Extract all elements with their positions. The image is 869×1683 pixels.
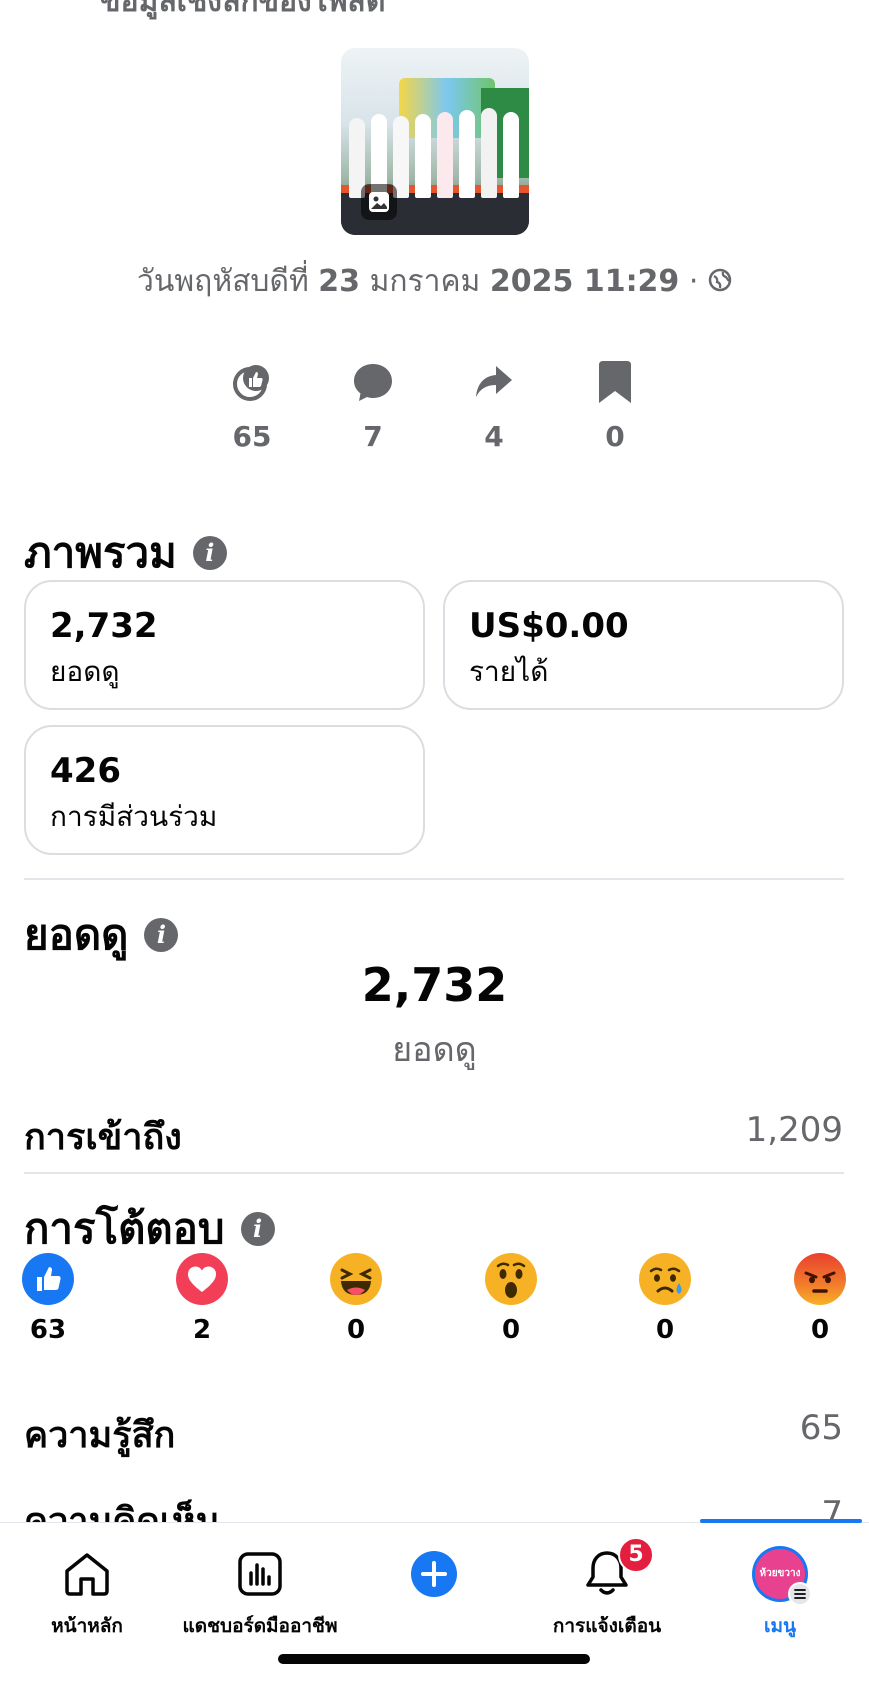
page-title: ข้อมูลเชิงลึกของโพสต์	[100, 0, 386, 19]
wow-reaction-icon	[485, 1253, 537, 1305]
thumbnail-person	[481, 108, 497, 198]
date-separator: ·	[688, 264, 699, 299]
reaction-haha: 0	[328, 1253, 384, 1345]
sad-reaction-icon	[639, 1253, 691, 1305]
shares-stat: 4	[454, 358, 534, 453]
reactions-count: 65	[232, 420, 272, 453]
date-day: 23	[318, 264, 361, 299]
love-reaction-icon	[176, 1253, 228, 1305]
views-card-label: ยอดดู	[50, 655, 120, 688]
tab-home[interactable]: หน้าหลัก	[2, 1543, 172, 1641]
engagement-card-label: การมีส่วนร่วม	[50, 800, 218, 833]
engagement-card[interactable]: 426 การมีส่วนร่วม	[24, 725, 425, 855]
feelings-value: 65	[799, 1408, 843, 1448]
date-year-time: 2025 11:29	[489, 264, 680, 299]
earnings-card-label: รายได้	[469, 655, 549, 688]
bell-icon: 5	[522, 1537, 692, 1605]
tab-home-label: หน้าหลัก	[51, 1615, 123, 1637]
earnings-card[interactable]: US$0.00 รายได้	[443, 580, 844, 710]
image-icon	[361, 184, 397, 220]
reactions-stat: 65	[212, 358, 292, 453]
earnings-card-value: US$0.00	[469, 606, 629, 646]
post-thumbnail[interactable]	[341, 48, 529, 235]
info-icon[interactable]: i	[240, 1212, 275, 1246]
comments-count: 7	[363, 420, 383, 453]
saves-stat: 0	[575, 358, 655, 453]
angry-reaction-icon	[794, 1253, 846, 1305]
plus-icon	[349, 1543, 519, 1605]
info-icon[interactable]: i	[192, 536, 227, 570]
angry-count: 0	[810, 1315, 830, 1345]
thumbnail-person	[393, 116, 409, 198]
reaction-angry: 0	[792, 1253, 848, 1345]
reaction-love: 2	[174, 1253, 230, 1345]
like-count: 63	[29, 1315, 67, 1345]
overview-title: ภาพรวม	[24, 528, 177, 577]
sad-count: 0	[655, 1315, 675, 1345]
reach-value: 1,209	[745, 1110, 843, 1150]
tab-notifications-label: การแจ้งเตือน	[552, 1615, 662, 1637]
divider	[24, 878, 844, 880]
tab-menu-label: เมนู	[763, 1615, 796, 1637]
home-indicator	[278, 1654, 590, 1664]
shares-count: 4	[484, 420, 504, 453]
globe-icon	[708, 265, 732, 300]
views-card[interactable]: 2,732 ยอดดู	[24, 580, 425, 710]
notification-badge: 5	[618, 1537, 654, 1573]
love-count: 2	[192, 1315, 212, 1345]
reach-label: การเข้าถึง	[24, 1117, 182, 1158]
dashboard-icon	[175, 1543, 345, 1605]
thumbnail-person	[503, 112, 519, 198]
tab-dashboard-label: แดชบอร์ดมืออาชีพ	[182, 1615, 338, 1637]
comment-icon	[333, 358, 413, 406]
engagement-card-value: 426	[50, 751, 121, 791]
wow-count: 0	[501, 1315, 521, 1345]
views-total-label: ยอดดู	[392, 1030, 477, 1070]
divider	[24, 1172, 844, 1174]
bookmark-icon	[575, 358, 655, 406]
create-button[interactable]	[349, 1543, 519, 1605]
home-icon	[2, 1543, 172, 1605]
tab-professional-dashboard[interactable]: แดชบอร์ดมืออาชีพ	[175, 1543, 345, 1641]
reaction-sad: 0	[637, 1253, 693, 1345]
like-reaction-icon	[22, 1253, 74, 1305]
thumbnail-person	[415, 114, 431, 198]
post-date: วันพฤหัสบดีที่ 23 มกราคม 2025 11:29 ·	[0, 258, 869, 305]
saves-count: 0	[605, 420, 625, 453]
feelings-label: ความรู้สึก	[24, 1415, 176, 1456]
reaction-like: 63	[20, 1253, 76, 1345]
views-card-value: 2,732	[50, 606, 158, 646]
share-icon	[454, 358, 534, 406]
overview-heading: ภาพรวม i	[24, 520, 227, 586]
thumbnail-person	[459, 110, 475, 198]
tab-notifications[interactable]: 5 การแจ้งเตือน	[522, 1537, 692, 1641]
comments-stat: 7	[333, 358, 413, 453]
active-tab-indicator	[700, 1519, 862, 1523]
reactions-icon	[212, 358, 292, 406]
thumbnail-person	[437, 112, 453, 198]
date-prefix: วันพฤหัสบดีที่	[137, 264, 309, 299]
menu-icon	[788, 1582, 812, 1606]
info-icon[interactable]: i	[144, 918, 179, 952]
views-total: 2,732	[361, 958, 508, 1012]
date-month: มกราคม	[369, 264, 481, 299]
tab-menu[interactable]: ห้วยขวาง เมนู	[695, 1543, 865, 1641]
reaction-wow: 0	[483, 1253, 539, 1345]
haha-count: 0	[346, 1315, 366, 1345]
haha-reaction-icon	[330, 1253, 382, 1305]
avatar: ห้วยขวาง	[695, 1543, 865, 1606]
